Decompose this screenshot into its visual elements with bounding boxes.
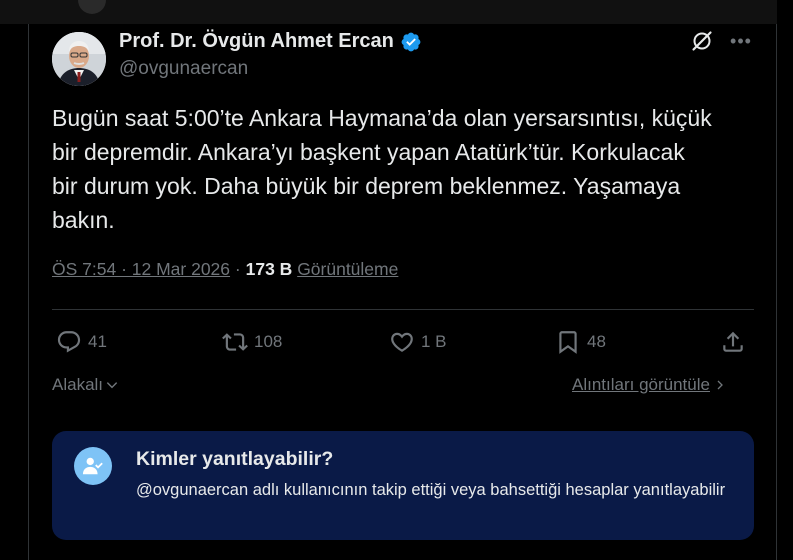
- grok-icon[interactable]: [690, 29, 714, 53]
- tweet-timestamp[interactable]: ÖS 7:54 · 12 Mar 2026: [52, 259, 230, 279]
- author-handle[interactable]: @ovgunaercan: [119, 58, 248, 80]
- related-label: Alakalı: [52, 375, 104, 394]
- view-quotes-label: Alıntıları görüntüle: [572, 375, 710, 394]
- views-label[interactable]: Görüntüleme: [297, 259, 398, 279]
- divider: [52, 309, 754, 310]
- author-name[interactable]: Prof. Dr. Övgün Ahmet Ercan: [119, 30, 394, 53]
- repost-icon: [222, 333, 248, 351]
- reply-button[interactable]: 41: [56, 328, 107, 356]
- view-quotes-link[interactable]: Alıntıları görüntüle: [572, 375, 726, 395]
- related-dropdown[interactable]: Alakalı: [52, 375, 119, 395]
- verified-badge-icon: [401, 32, 421, 51]
- avatar[interactable]: [52, 32, 106, 86]
- like-button[interactable]: 1 B: [389, 328, 447, 356]
- like-count: 1 B: [421, 332, 447, 351]
- scrollbar[interactable]: [777, 0, 793, 560]
- repost-button[interactable]: 108: [222, 328, 282, 356]
- chevron-down-icon: [106, 382, 118, 389]
- top-bar-button[interactable]: [78, 0, 106, 14]
- tweet-text: Bugün saat 5:00’te Ankara Haymana’da ola…: [52, 105, 712, 233]
- tweet-meta: ÖS 7:54 · 12 Mar 2026 · 173 B Görüntülem…: [52, 259, 398, 280]
- share-button[interactable]: [720, 328, 746, 356]
- share-icon: [723, 331, 743, 352]
- reply-restriction-title: Kimler yanıtlayabilir?: [136, 448, 334, 470]
- reply-restriction-description: @ovgunaercan adlı kullanıcının takip ett…: [136, 481, 726, 499]
- author-name-row[interactable]: Prof. Dr. Övgün Ahmet Ercan: [119, 30, 422, 53]
- reply-icon: [57, 331, 81, 353]
- bookmark-icon: [559, 331, 577, 354]
- tweet-detail-view: Prof. Dr. Övgün Ahmet Ercan @ovgunaercan…: [0, 0, 793, 560]
- person-check-icon: [82, 457, 103, 475]
- column-border-left: [28, 24, 29, 560]
- bookmark-button[interactable]: 48: [555, 328, 606, 356]
- avatar-image: [52, 32, 106, 86]
- views-count: 173 B: [245, 259, 293, 279]
- like-icon: [391, 332, 413, 352]
- reply-restriction-icon-badge: [74, 447, 112, 485]
- meta-separator: ·: [234, 259, 241, 279]
- reply-restriction-card: Kimler yanıtlayabilir? @ovgunaercan adlı…: [52, 431, 754, 540]
- chevron-right-icon: [717, 380, 723, 390]
- repost-count: 108: [254, 332, 283, 351]
- top-bar: [0, 0, 777, 24]
- bookmark-count: 48: [587, 332, 606, 351]
- more-icon[interactable]: •••: [729, 29, 753, 53]
- reply-count: 41: [88, 332, 107, 351]
